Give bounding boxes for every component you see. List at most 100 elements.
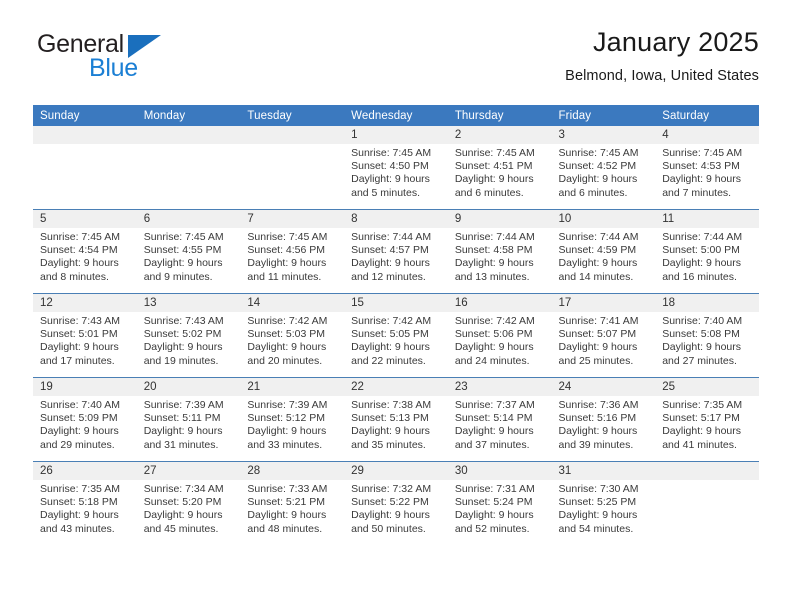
calendar-day-cell[interactable]: 8 Sunrise: 7:44 AM Sunset: 4:57 PM Daylight… xyxy=(344,209,448,294)
sun-info-line: Daylight: 9 hours xyxy=(40,341,119,354)
day-sun-info: Sunrise: 7:35 AM Sunset: 5:17 PM Daylight:… xyxy=(655,396,759,452)
calendar-day-cell[interactable]: 16 Sunrise: 7:42 AM Sunset: 5:06 PM Dayligh… xyxy=(447,293,552,378)
sun-info-line: Daylight: 9 hours xyxy=(40,257,119,270)
sun-info-line: and 54 minutes. xyxy=(558,522,634,535)
day-sun-info xyxy=(33,144,137,147)
calendar-day-cell[interactable]: 11 Sunrise: 7:44 AM Sunset: 5:00 PM Dayligh… xyxy=(655,209,759,294)
day-sun-info: Sunrise: 7:39 AM Sunset: 5:11 PM Daylight:… xyxy=(137,396,241,452)
calendar-day-cell[interactable]: 14 Sunrise: 7:42 AM Sunset: 5:03 PM Dayligh… xyxy=(240,293,345,378)
day-cell-content: 11 Sunrise: 7:44 AM Sunset: 5:00 PM Dayligh… xyxy=(655,210,759,293)
sun-info-line: Daylight: 9 hours xyxy=(454,425,534,438)
sun-info-line: Sunrise: 7:44 AM xyxy=(558,231,639,243)
calendar-day-cell[interactable]: 25 Sunrise: 7:35 AM Sunset: 5:17 PM Dayligh… xyxy=(655,377,759,462)
sun-info-line: and 29 minutes. xyxy=(40,438,115,451)
sun-info-line: Sunrise: 7:42 AM xyxy=(454,315,535,327)
day-sun-info: Sunrise: 7:45 AM Sunset: 4:54 PM Daylight:… xyxy=(33,228,137,284)
day-number: 30 xyxy=(447,462,552,480)
calendar-day-cell[interactable]: 23 Sunrise: 7:37 AM Sunset: 5:14 PM Dayligh… xyxy=(447,377,552,462)
day-cell-content: 18 Sunrise: 7:40 AM Sunset: 5:08 PM Dayligh… xyxy=(655,294,759,377)
sun-info-line: Sunset: 5:06 PM xyxy=(454,328,533,341)
calendar-day-cell[interactable]: 2 Sunrise: 7:45 AM Sunset: 4:51 PM Daylight… xyxy=(447,126,552,210)
sun-info-line: Daylight: 9 hours xyxy=(351,341,430,354)
day-number: 9 xyxy=(447,210,552,228)
sun-info-line: Sunset: 5:20 PM xyxy=(143,496,222,509)
day-cell-content: 31 Sunrise: 7:30 AM Sunset: 5:25 PM Dayligh… xyxy=(551,462,656,545)
sun-info-line: Daylight: 9 hours xyxy=(558,257,638,270)
calendar-day-cell xyxy=(33,126,137,210)
calendar-day-cell[interactable]: 9 Sunrise: 7:44 AM Sunset: 4:58 PM Daylight… xyxy=(447,209,552,294)
calendar-day-cell[interactable]: 1 Sunrise: 7:45 AM Sunset: 4:50 PM Daylight… xyxy=(344,126,448,210)
sun-info-line: Sunrise: 7:45 AM xyxy=(40,231,120,243)
calendar-day-cell[interactable]: 5 Sunrise: 7:45 AM Sunset: 4:54 PM Daylight… xyxy=(33,209,137,294)
sun-info-line: Sunrise: 7:37 AM xyxy=(454,399,535,411)
sun-info-line: Sunset: 4:54 PM xyxy=(40,244,118,257)
sun-info-line: Daylight: 9 hours xyxy=(143,257,223,270)
day-number: 26 xyxy=(33,462,137,480)
sun-info-line: Daylight: 9 hours xyxy=(143,425,223,438)
sun-info-line: Sunrise: 7:38 AM xyxy=(351,399,432,411)
calendar-day-cell[interactable]: 17 Sunrise: 7:41 AM Sunset: 5:07 PM Dayligh… xyxy=(551,293,656,378)
sun-info-line: Sunrise: 7:45 AM xyxy=(143,231,224,243)
sun-info-line: and 25 minutes. xyxy=(558,354,634,367)
calendar-day-cell[interactable]: 4 Sunrise: 7:45 AM Sunset: 4:53 PM Daylight… xyxy=(655,126,759,210)
sun-info-line: and 22 minutes. xyxy=(351,354,426,367)
day-cell-content: 6 Sunrise: 7:45 AM Sunset: 4:55 PM Daylight… xyxy=(136,210,241,293)
calendar-day-cell[interactable]: 7 Sunrise: 7:45 AM Sunset: 4:56 PM Daylight… xyxy=(240,209,345,294)
weekday-header-sunday: Sunday xyxy=(33,105,137,126)
sun-info-line: Sunrise: 7:45 AM xyxy=(247,231,328,243)
sun-info-line: Sunset: 5:11 PM xyxy=(143,412,221,425)
calendar-day-cell[interactable]: 12 Sunrise: 7:43 AM Sunset: 5:01 PM Dayligh… xyxy=(33,293,137,378)
weekday-header-monday: Monday xyxy=(136,105,241,126)
day-number: 1 xyxy=(344,126,448,144)
sun-info-line: Sunset: 5:07 PM xyxy=(558,328,637,341)
sun-info-line: Sunset: 4:55 PM xyxy=(143,244,222,257)
sun-info-line: Daylight: 9 hours xyxy=(558,509,638,522)
day-number: 25 xyxy=(655,378,759,396)
sun-info-line: Sunrise: 7:35 AM xyxy=(662,399,743,411)
calendar-day-cell[interactable]: 13 Sunrise: 7:43 AM Sunset: 5:02 PM Dayligh… xyxy=(136,293,241,378)
day-cell-content: 3 Sunrise: 7:45 AM Sunset: 4:52 PM Daylight… xyxy=(551,126,656,209)
sun-info-line: and 35 minutes. xyxy=(351,438,426,451)
sun-info-line: and 27 minutes. xyxy=(662,354,737,367)
calendar-day-cell[interactable]: 31 Sunrise: 7:30 AM Sunset: 5:25 PM Dayligh… xyxy=(551,461,656,545)
sun-info-line: Sunset: 4:59 PM xyxy=(558,244,637,257)
calendar-day-cell[interactable]: 26 Sunrise: 7:35 AM Sunset: 5:18 PM Dayligh… xyxy=(33,461,137,545)
calendar-day-cell[interactable]: 24 Sunrise: 7:36 AM Sunset: 5:16 PM Dayligh… xyxy=(551,377,656,462)
sun-info-line: Daylight: 9 hours xyxy=(558,173,638,186)
day-cell-content: 29 Sunrise: 7:32 AM Sunset: 5:22 PM Dayligh… xyxy=(344,462,448,545)
calendar-day-cell xyxy=(240,126,345,210)
calendar-day-cell[interactable]: 3 Sunrise: 7:45 AM Sunset: 4:52 PM Daylight… xyxy=(551,126,656,210)
sun-info-line: Sunset: 5:02 PM xyxy=(143,328,222,341)
calendar-day-cell[interactable]: 21 Sunrise: 7:39 AM Sunset: 5:12 PM Dayligh… xyxy=(240,377,345,462)
calendar-day-cell[interactable]: 29 Sunrise: 7:32 AM Sunset: 5:22 PM Dayligh… xyxy=(344,461,448,545)
sun-info-line: Sunrise: 7:45 AM xyxy=(454,147,535,159)
day-number: 20 xyxy=(136,378,241,396)
calendar-week-row: 5 Sunrise: 7:45 AM Sunset: 4:54 PM Daylight… xyxy=(33,209,759,294)
location-subtitle: Belmond, Iowa, United States xyxy=(565,68,759,84)
calendar-day-cell[interactable]: 27 Sunrise: 7:34 AM Sunset: 5:20 PM Dayligh… xyxy=(136,461,241,545)
sun-info-line: Sunrise: 7:45 AM xyxy=(558,147,639,159)
sun-info-line: Sunrise: 7:43 AM xyxy=(143,315,224,327)
calendar-day-cell[interactable]: 18 Sunrise: 7:40 AM Sunset: 5:08 PM Dayligh… xyxy=(655,293,759,378)
sun-info-line: Daylight: 9 hours xyxy=(558,425,638,438)
sun-info-line: Daylight: 9 hours xyxy=(454,341,534,354)
calendar-day-cell[interactable]: 19 Sunrise: 7:40 AM Sunset: 5:09 PM Dayligh… xyxy=(33,377,137,462)
sun-info-line: and 33 minutes. xyxy=(247,438,323,451)
sun-info-line: and 50 minutes. xyxy=(351,522,426,535)
calendar-day-cell[interactable]: 6 Sunrise: 7:45 AM Sunset: 4:55 PM Daylight… xyxy=(136,209,241,294)
calendar-day-cell[interactable]: 22 Sunrise: 7:38 AM Sunset: 5:13 PM Dayligh… xyxy=(344,377,448,462)
sun-info-line: and 52 minutes. xyxy=(454,522,530,535)
calendar-day-cell[interactable]: 10 Sunrise: 7:44 AM Sunset: 4:59 PM Dayligh… xyxy=(551,209,656,294)
calendar-day-cell[interactable]: 28 Sunrise: 7:33 AM Sunset: 5:21 PM Dayligh… xyxy=(240,461,345,545)
sun-info-line: Sunset: 5:18 PM xyxy=(40,496,118,509)
sun-info-line: Daylight: 9 hours xyxy=(247,509,327,522)
calendar-day-cell[interactable]: 20 Sunrise: 7:39 AM Sunset: 5:11 PM Dayligh… xyxy=(136,377,241,462)
calendar-week-row: 26 Sunrise: 7:35 AM Sunset: 5:18 PM Dayligh… xyxy=(33,461,759,545)
day-sun-info: Sunrise: 7:43 AM Sunset: 5:02 PM Daylight:… xyxy=(137,312,241,368)
calendar-day-cell[interactable]: 15 Sunrise: 7:42 AM Sunset: 5:05 PM Dayligh… xyxy=(344,293,448,378)
sun-info-line: and 14 minutes. xyxy=(558,270,634,283)
calendar-day-cell[interactable]: 30 Sunrise: 7:31 AM Sunset: 5:24 PM Dayligh… xyxy=(447,461,552,545)
day-sun-info: Sunrise: 7:45 AM Sunset: 4:51 PM Daylight:… xyxy=(448,144,552,200)
day-number: 2 xyxy=(447,126,552,144)
sun-info-line: Sunset: 4:53 PM xyxy=(662,160,740,173)
